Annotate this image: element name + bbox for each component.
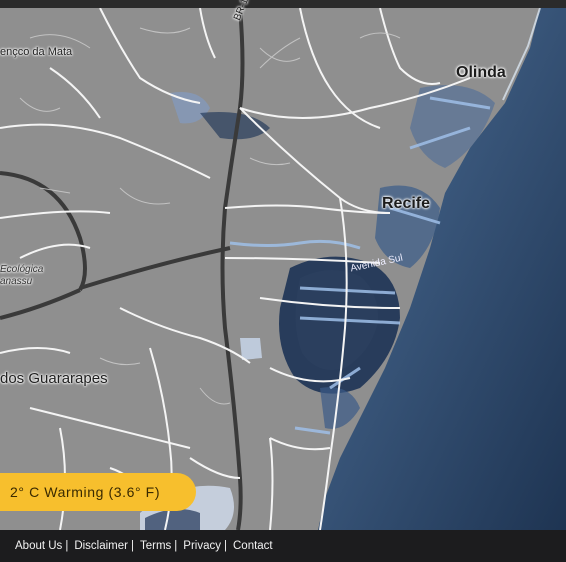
footer-separator: | [65,540,69,552]
footer-separator: | [174,540,178,552]
label-anassu: anassu [0,276,33,287]
footer-separator: | [224,540,227,552]
footer-link-contact[interactable]: Contact [233,540,273,552]
label-olinda: Olinda [456,64,506,81]
label-lourenco-da-mata: ençco da Mata [0,46,73,58]
label-ecologica: Ecológica [0,264,44,275]
label-guararapes: dos Guararapes [0,370,108,387]
footer: About Us | Disclaimer | Terms | Privacy | Co… [0,530,566,562]
warming-scenario-badge[interactable]: 2° C Warming (3.6° F) [0,473,196,511]
label-recife: Recife [382,195,431,212]
footer-link-about[interactable]: About Us [15,540,62,552]
footer-link-terms[interactable]: Terms [140,540,171,552]
flood-map[interactable] [0,8,566,530]
footer-link-privacy[interactable]: Privacy [183,540,221,552]
top-bar [0,0,566,8]
footer-link-disclaimer[interactable]: Disclaimer [74,540,128,552]
footer-separator: | [130,540,134,552]
map-canvas[interactable] [0,8,566,530]
